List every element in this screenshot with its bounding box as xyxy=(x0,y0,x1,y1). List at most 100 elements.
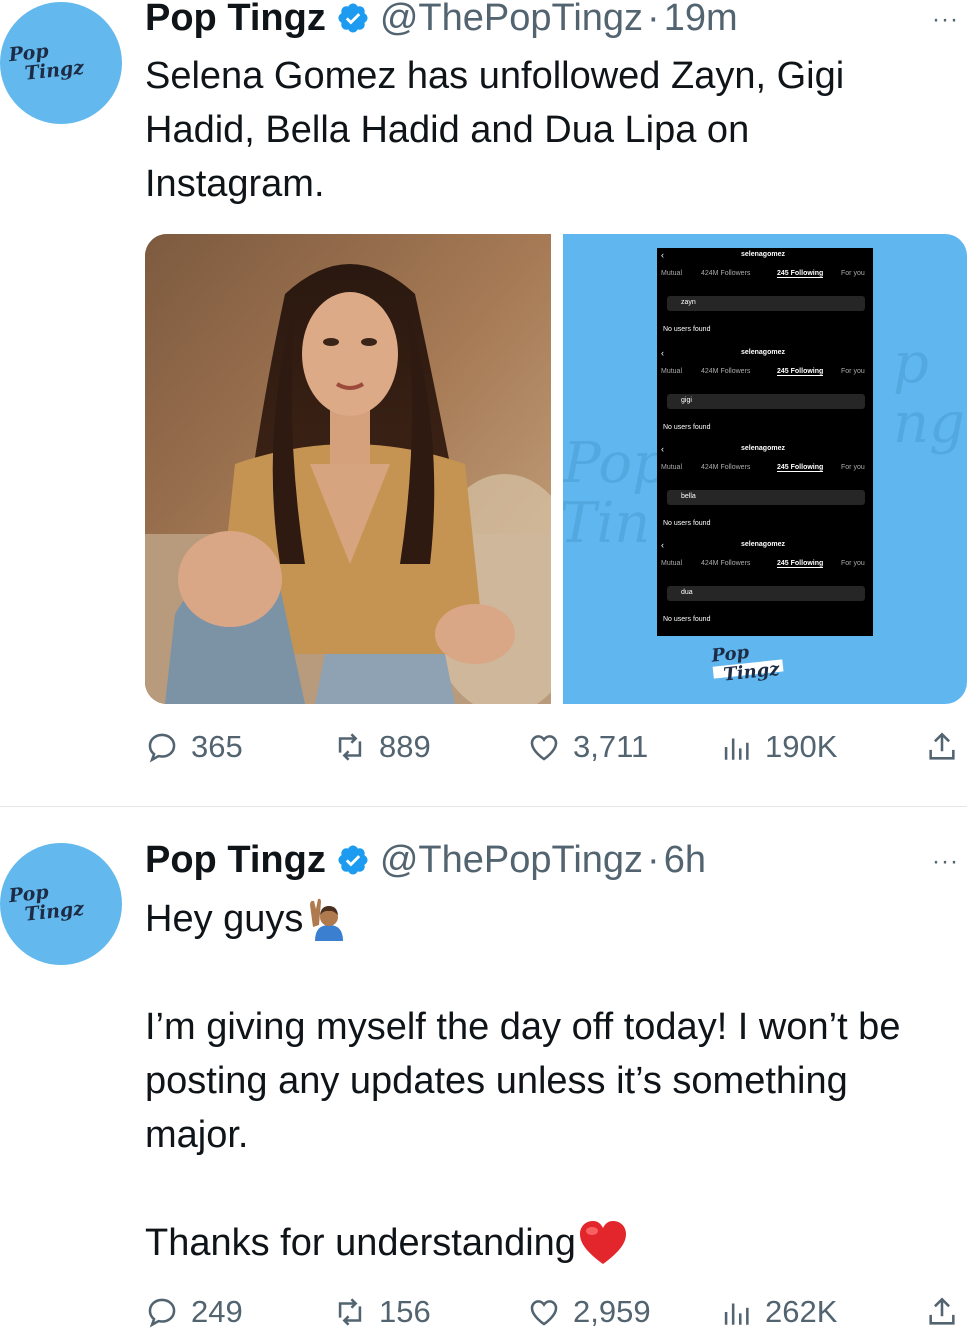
views-button[interactable]: 262K xyxy=(719,1292,837,1332)
analytics-icon xyxy=(724,738,749,760)
tab-mutual: Mutual xyxy=(661,368,683,375)
tab-mutual: Mutual xyxy=(661,270,683,277)
repost-icon xyxy=(338,733,362,761)
tab-following: 245 Following xyxy=(777,368,824,376)
reply-button[interactable]: 365 xyxy=(145,727,243,767)
share-icon xyxy=(929,1297,955,1325)
screen-block: ‹ selenagomez Mutual 424M Followers 245 … xyxy=(657,442,873,538)
screen-block: ‹ selenagomez Mutual 424M Followers 245 … xyxy=(657,538,873,634)
tab-followers: 424M Followers xyxy=(701,368,751,375)
search-bar: gigi xyxy=(667,394,865,409)
instagram-following-screens: ‹ selenagomez Mutual 424M Followers 245 … xyxy=(657,248,873,636)
pop-tingz-watermark-logo: Pop Tingz xyxy=(710,637,806,698)
search-bar: zayn xyxy=(667,296,865,311)
timestamp[interactable]: 19m xyxy=(664,0,738,40)
verified-badge-icon xyxy=(338,3,368,33)
author-name[interactable]: Pop Tingz xyxy=(145,0,326,40)
account-name: selenagomez xyxy=(741,251,785,258)
like-count: 3,711 xyxy=(573,729,649,764)
tweet-text: Selena Gomez has unfollowed Zayn, Gigi H… xyxy=(145,49,935,211)
repost-icon xyxy=(338,1298,362,1326)
tab-following: 245 Following xyxy=(777,560,824,568)
view-count: 190K xyxy=(765,729,838,764)
tab-followers: 424M Followers xyxy=(701,560,751,567)
tab-followers: 424M Followers xyxy=(701,464,751,471)
share-button[interactable] xyxy=(925,727,967,767)
tweet-paragraph: I’m giving myself the day off today! I w… xyxy=(145,1006,901,1156)
repost-count: 156 xyxy=(379,1294,431,1329)
back-icon: ‹ xyxy=(661,444,664,454)
reply-icon xyxy=(148,733,176,763)
tweet[interactable]: Pop Tingz Pop Tingz @ThePopTingz · 19m ·… xyxy=(0,0,967,805)
like-count: 2,959 xyxy=(573,1294,651,1329)
tab-for-you: For you xyxy=(841,270,865,277)
view-count: 262K xyxy=(765,1294,838,1329)
share-button[interactable] xyxy=(925,1292,967,1332)
tab-for-you: For you xyxy=(841,560,865,567)
tab-mutual: Mutual xyxy=(661,560,683,567)
pop-tingz-logo: Pop Tingz xyxy=(7,881,86,926)
tweet-paragraph: Hey guys xyxy=(145,892,935,946)
tweet[interactable]: Pop Tingz Pop Tingz @ThePopTingz · 6h ··… xyxy=(0,808,967,1331)
no-users-text: No users found xyxy=(663,424,711,431)
no-users-text: No users found xyxy=(663,326,711,333)
avatar[interactable]: Pop Tingz xyxy=(0,843,122,965)
account-name: selenagomez xyxy=(741,541,785,548)
tweet-actions: 249 156 2,959 262K xyxy=(145,1292,967,1332)
repost-button[interactable]: 889 xyxy=(333,727,431,767)
author-name[interactable]: Pop Tingz xyxy=(145,839,326,882)
tab-for-you: For you xyxy=(841,368,865,375)
tab-followers: 424M Followers xyxy=(701,270,751,277)
like-button[interactable]: 3,711 xyxy=(527,727,648,767)
separator: · xyxy=(647,0,660,39)
watermark-left: Pop Tin xyxy=(563,431,668,556)
separator: · xyxy=(647,838,660,881)
account-name: selenagomez xyxy=(741,349,785,356)
like-button[interactable]: 2,959 xyxy=(527,1292,651,1332)
tweet-header: Pop Tingz @ThePopTingz · 19m xyxy=(145,0,738,40)
tweet-divider xyxy=(0,806,967,807)
tweet-text: Hey guys I’m giving myself the day off t… xyxy=(145,892,935,1270)
repost-button[interactable]: 156 xyxy=(333,1292,431,1332)
tab-mutual: Mutual xyxy=(661,464,683,471)
no-users-text: No users found xyxy=(663,520,711,527)
no-users-text: No users found xyxy=(663,616,711,623)
tweet-paragraph: Selena Gomez has unfollowed Zayn, Gigi H… xyxy=(145,55,845,205)
watermark-right: p ng xyxy=(893,331,965,456)
avatar[interactable]: Pop Tingz xyxy=(0,2,122,124)
search-bar: dua xyxy=(667,586,865,601)
back-icon: ‹ xyxy=(661,540,664,550)
verified-badge-icon xyxy=(338,845,368,875)
selena-gomez-photo[interactable] xyxy=(145,234,551,704)
tweet-media[interactable]: Pop Tin p ng ‹ selenagomez Mutual 424M Fol… xyxy=(145,234,967,704)
tab-for-you: For you xyxy=(841,464,865,471)
views-button[interactable]: 190K xyxy=(719,727,837,767)
author-handle[interactable]: @ThePopTingz xyxy=(380,839,643,882)
tab-following: 245 Following xyxy=(777,464,824,472)
instagram-screenshots[interactable]: Pop Tin p ng ‹ selenagomez Mutual 424M Fol… xyxy=(563,234,967,704)
heart-icon xyxy=(530,735,558,761)
reply-count: 365 xyxy=(191,729,243,764)
more-options-button[interactable]: ··· xyxy=(932,848,959,876)
reply-icon xyxy=(148,1298,176,1328)
tab-following: 245 Following xyxy=(777,270,824,278)
raising-hand-emoji xyxy=(310,898,344,941)
back-icon: ‹ xyxy=(661,250,664,260)
tweet-paragraph: Thanks for understanding xyxy=(145,1216,935,1270)
reply-button[interactable]: 249 xyxy=(145,1292,243,1332)
portrait-illustration xyxy=(145,234,551,704)
search-bar: bella xyxy=(667,490,865,505)
red-heart-emoji xyxy=(579,1221,626,1264)
tweet-actions: 365 889 3,711 190K xyxy=(145,727,967,767)
screen-block: ‹ selenagomez Mutual 424M Followers 245 … xyxy=(657,346,873,442)
pop-tingz-logo: Pop Tingz xyxy=(7,40,86,85)
heart-icon xyxy=(530,1300,558,1326)
author-handle[interactable]: @ThePopTingz xyxy=(380,0,643,40)
timestamp[interactable]: 6h xyxy=(664,839,706,882)
more-options-button[interactable]: ··· xyxy=(932,6,959,34)
tweet-header: Pop Tingz @ThePopTingz · 6h xyxy=(145,838,706,882)
screen-block: ‹ selenagomez Mutual 424M Followers 245 … xyxy=(657,248,873,344)
back-icon: ‹ xyxy=(661,348,664,358)
